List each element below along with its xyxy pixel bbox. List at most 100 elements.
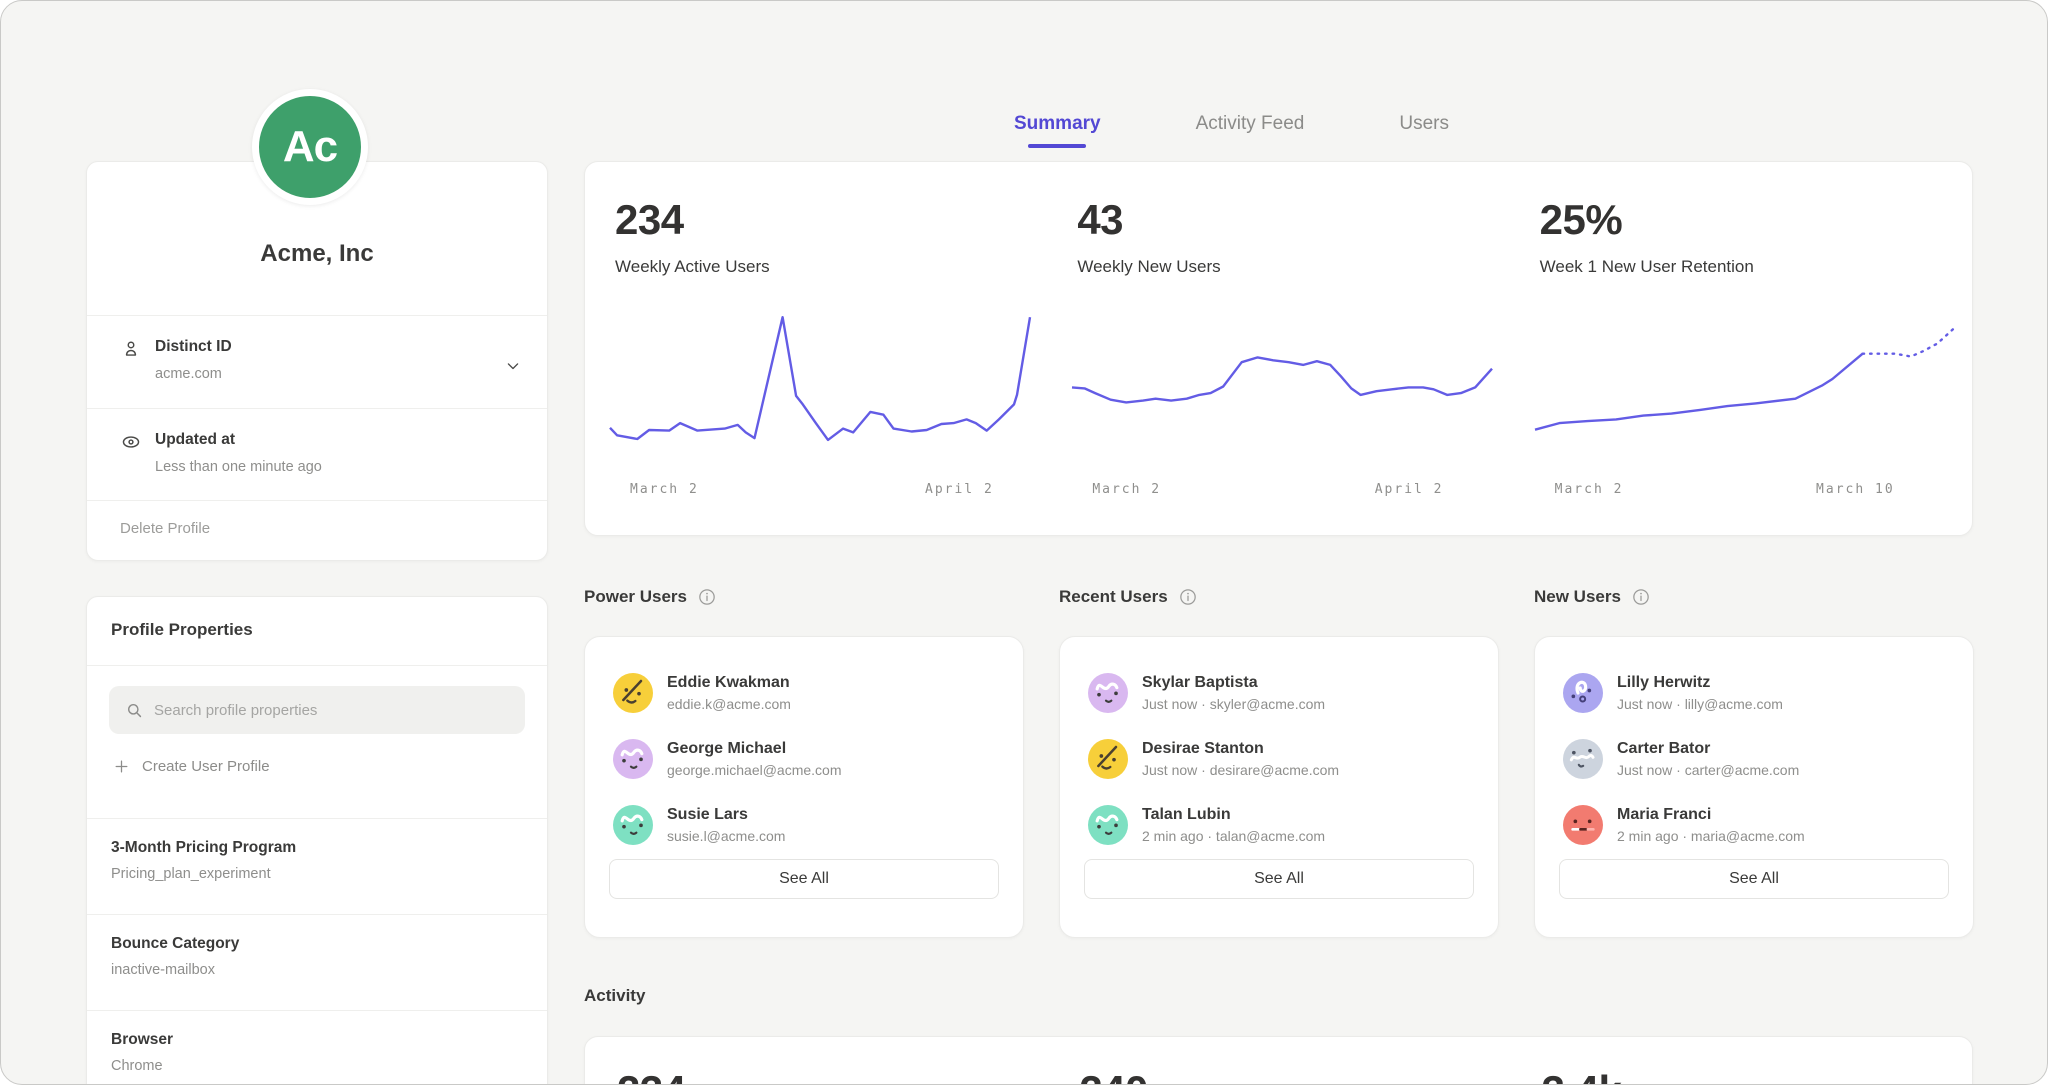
tab-users-label: Users <box>1399 113 1449 134</box>
tab-users[interactable]: Users <box>1399 113 1449 148</box>
recent-users-card: Skylar Baptista Just now · skyler@acme.c… <box>1059 636 1499 938</box>
user-avatar <box>1088 673 1128 713</box>
user-avatar <box>1088 739 1128 779</box>
app-window: Ac Acme, Inc Distinct ID acme.com Update… <box>0 0 2048 1085</box>
see-all-button[interactable]: See All <box>1559 859 1949 899</box>
user-detail: 2 min ago · maria@acme.com <box>1617 828 1805 844</box>
activity-stat: 240 <box>1079 1067 1148 1085</box>
stat-value: 25% <box>1540 196 1623 244</box>
stat-column-weekly-new-users: 43 Weekly New Users March 2 April 2 <box>1047 162 1509 535</box>
profile-properties-card: Profile Properties Create User Profile 3… <box>86 596 548 1085</box>
user-name: George Michael <box>667 740 842 758</box>
axis-tick-left: March 2 <box>630 482 699 497</box>
user-detail: Just now · skyler@acme.com <box>1142 696 1325 712</box>
user-avatar <box>613 805 653 845</box>
activity-stat: 3.4k <box>1542 1067 1622 1085</box>
see-all-button[interactable]: See All <box>1084 859 1474 899</box>
user-avatar <box>1563 805 1603 845</box>
summary-stats-card: 234 Weekly Active Users March 2 April 2 … <box>584 161 1973 536</box>
user-row[interactable]: Susie Lars susie.l@acme.com <box>613 792 999 858</box>
field-label: Distinct ID <box>155 338 521 356</box>
sparkline-chart <box>610 304 1030 454</box>
axis-tick-right: April 2 <box>1375 482 1444 497</box>
user-row[interactable]: Maria Franci 2 min ago · maria@acme.com <box>1563 792 1949 858</box>
field-value: acme.com <box>155 366 521 382</box>
stat-value: 234 <box>615 196 684 244</box>
activity-stat: 234 <box>617 1067 686 1085</box>
property-value: Chrome <box>111 1058 547 1074</box>
user-detail: george.michael@acme.com <box>667 762 842 778</box>
user-name: Susie Lars <box>667 806 785 824</box>
delete-profile-button[interactable]: Delete Profile <box>87 500 547 562</box>
user-avatar <box>613 673 653 713</box>
axis-tick-right: March 10 <box>1816 482 1895 497</box>
user-detail: Just now · carter@acme.com <box>1617 762 1799 778</box>
user-name: Talan Lubin <box>1142 806 1325 824</box>
user-row[interactable]: Lilly Herwitz Just now · lilly@acme.com <box>1563 660 1949 726</box>
user-avatar <box>613 739 653 779</box>
create-user-profile-label: Create User Profile <box>142 758 270 775</box>
property-name: 3-Month Pricing Program <box>111 839 547 857</box>
property-row[interactable]: Browser Chrome <box>87 1010 547 1085</box>
active-tab-underline <box>1028 144 1086 148</box>
user-detail: Just now · lilly@acme.com <box>1617 696 1783 712</box>
x-axis: March 2 April 2 <box>1072 482 1492 502</box>
eye-icon <box>120 431 142 453</box>
user-row[interactable]: Skylar Baptista Just now · skyler@acme.c… <box>1088 660 1474 726</box>
search-profile-properties[interactable] <box>109 686 525 734</box>
user-row[interactable]: Desirae Stanton Just now · desirare@acme… <box>1088 726 1474 792</box>
search-input[interactable] <box>154 702 494 719</box>
user-avatar <box>1088 805 1128 845</box>
company-avatar: Ac <box>252 89 368 205</box>
user-avatar <box>1563 673 1603 713</box>
property-name: Browser <box>111 1031 547 1049</box>
profile-summary-card: Acme, Inc Distinct ID acme.com Updated a… <box>86 161 548 561</box>
recent-users-header: Recent Users <box>1059 587 1198 607</box>
see-all-button[interactable]: See All <box>609 859 999 899</box>
property-name: Bounce Category <box>111 935 547 953</box>
x-axis: March 2 March 10 <box>1535 482 1955 502</box>
updated-at-row: Updated at Less than one minute ago <box>87 408 547 500</box>
user-row[interactable]: Eddie Kwakman eddie.k@acme.com <box>613 660 999 726</box>
user-name: Desirae Stanton <box>1142 740 1339 758</box>
info-icon[interactable] <box>1178 587 1198 607</box>
property-row[interactable]: Bounce Category inactive-mailbox <box>87 914 547 1010</box>
x-axis: March 2 April 2 <box>610 482 1030 502</box>
user-row[interactable]: George Michael george.michael@acme.com <box>613 726 999 792</box>
chevron-down-icon[interactable] <box>503 356 523 376</box>
info-icon[interactable] <box>1631 587 1651 607</box>
user-detail: 2 min ago · talan@acme.com <box>1142 828 1325 844</box>
new-users-card: Lilly Herwitz Just now · lilly@acme.com … <box>1534 636 1974 938</box>
company-avatar-initials: Ac <box>283 122 337 172</box>
user-detail: eddie.k@acme.com <box>667 696 791 712</box>
stat-column-retention: 25% Week 1 New User Retention March 2 Ma… <box>1510 162 1972 535</box>
tab-bar: Summary Activity Feed Users <box>1014 113 1449 148</box>
user-name: Skylar Baptista <box>1142 674 1325 692</box>
sparkline-chart <box>1535 304 1955 454</box>
user-avatar <box>1563 739 1603 779</box>
field-value: Less than one minute ago <box>155 459 521 475</box>
create-user-profile-button[interactable]: Create User Profile <box>109 758 525 775</box>
axis-tick-left: March 2 <box>1555 482 1624 497</box>
field-label: Updated at <box>155 431 521 449</box>
stat-label: Weekly New Users <box>1077 257 1220 277</box>
user-row[interactable]: Carter Bator Just now · carter@acme.com <box>1563 726 1949 792</box>
activity-title: Activity <box>584 986 645 1006</box>
info-icon[interactable] <box>697 587 717 607</box>
tab-summary[interactable]: Summary <box>1014 113 1101 148</box>
power-users-card: Eddie Kwakman eddie.k@acme.com George Mi… <box>584 636 1024 938</box>
distinct-id-row[interactable]: Distinct ID acme.com <box>87 315 547 408</box>
user-name: Eddie Kwakman <box>667 674 791 692</box>
user-row[interactable]: Talan Lubin 2 min ago · talan@acme.com <box>1088 792 1474 858</box>
company-name: Acme, Inc <box>87 240 547 268</box>
tab-activity-feed[interactable]: Activity Feed <box>1196 113 1305 148</box>
stat-label: Weekly Active Users <box>615 257 770 277</box>
tab-summary-label: Summary <box>1014 113 1101 134</box>
user-detail: Just now · desirare@acme.com <box>1142 762 1339 778</box>
stat-value: 43 <box>1077 196 1123 244</box>
axis-tick-left: March 2 <box>1092 482 1161 497</box>
new-users-header: New Users <box>1534 587 1651 607</box>
property-row[interactable]: 3-Month Pricing Program Pricing_plan_exp… <box>87 818 547 914</box>
user-name: Carter Bator <box>1617 740 1799 758</box>
stat-column-weekly-active-users: 234 Weekly Active Users March 2 April 2 <box>585 162 1047 535</box>
